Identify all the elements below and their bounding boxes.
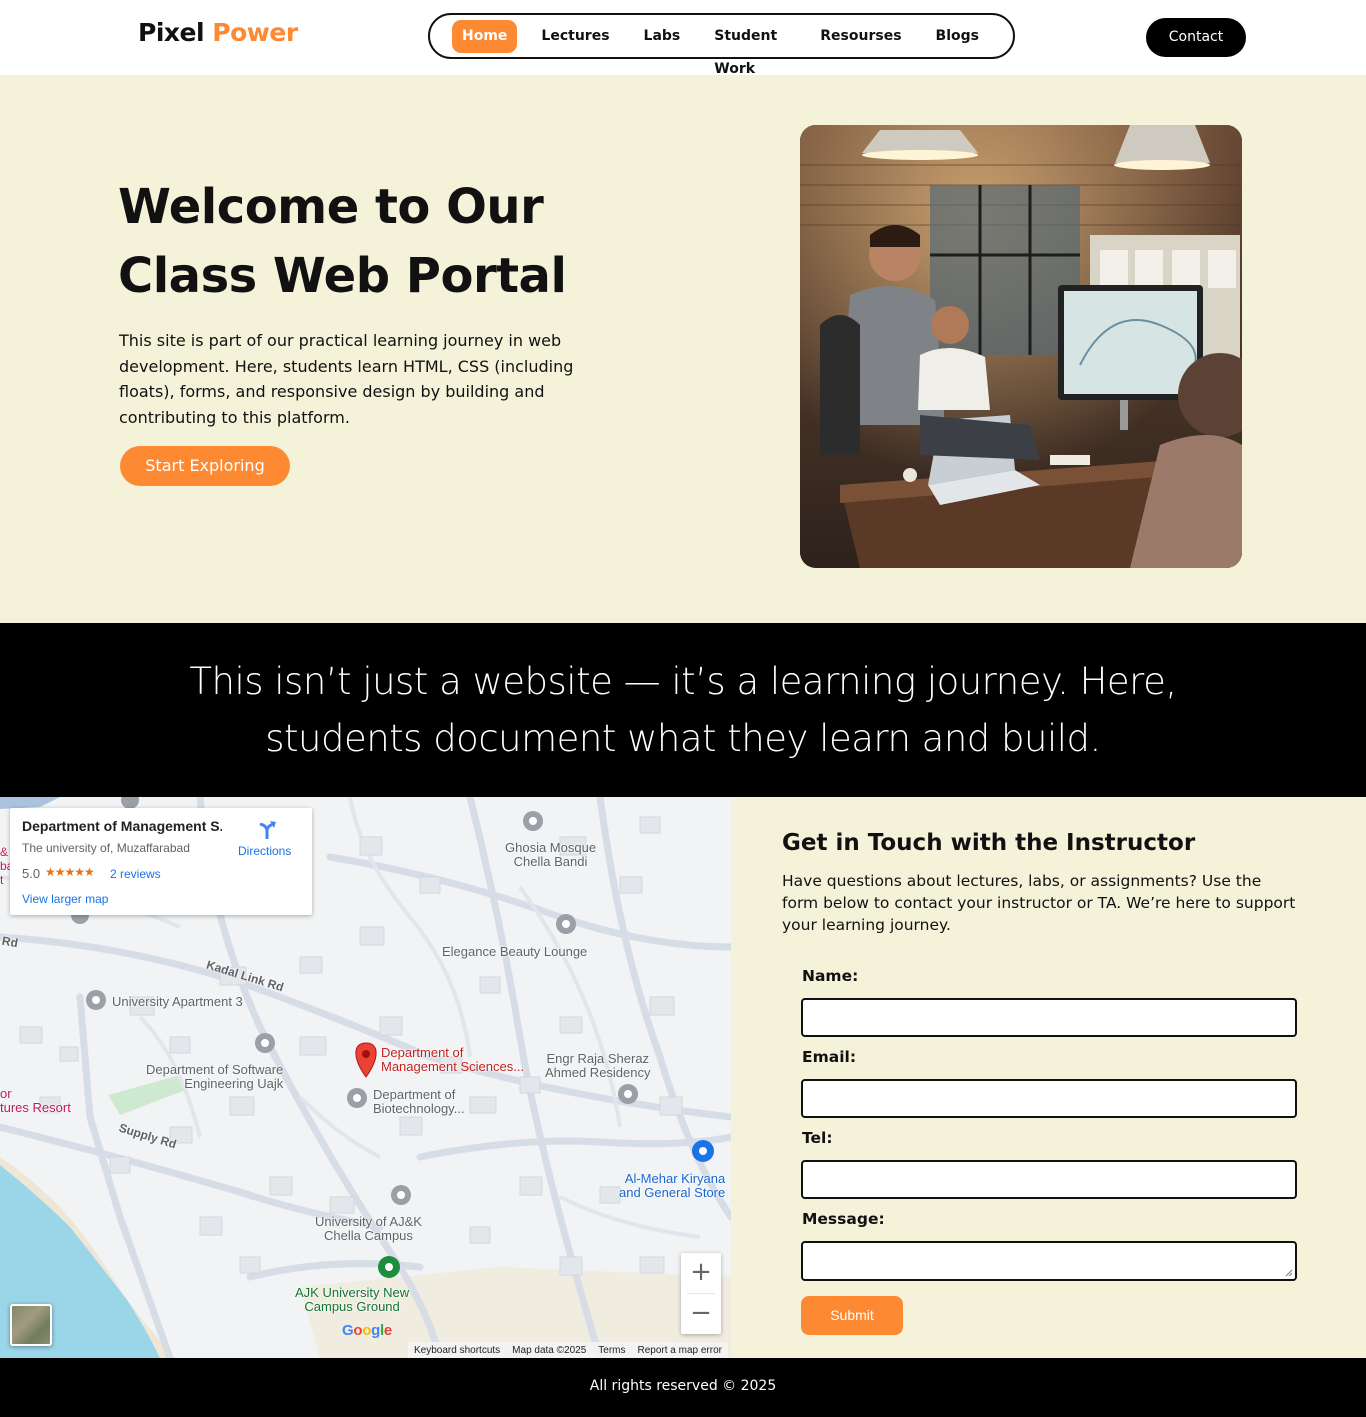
map-label-dept-management-text: Department of Management Sciences...	[381, 1045, 525, 1074]
map-place-card: Department of Management S... The univer…	[10, 808, 312, 915]
submit-button[interactable]: Submit	[801, 1296, 903, 1335]
site-footer: All rights reserved © 2025	[0, 1358, 1366, 1417]
map-label-al-mehar-text: Al-Mehar Kiryana and General Store	[619, 1171, 726, 1200]
nav-student-work[interactable]: Student Work	[714, 20, 786, 77]
nav-resources[interactable]: Resourses	[820, 20, 901, 53]
main-nav: Home Lectures Labs Student Work Resourse…	[428, 13, 1015, 77]
name-input[interactable]	[801, 998, 1297, 1037]
tel-label: Tel:	[802, 1129, 833, 1147]
map-label-elegance[interactable]: Elegance Beauty Lounge	[442, 945, 587, 959]
message-label: Message:	[802, 1210, 885, 1228]
map-label-dept-biotech-text: Department of Biotechnology...	[373, 1087, 465, 1116]
contact-description: Have questions about lectures, labs, or …	[782, 872, 1296, 934]
classroom-photo-illustration	[800, 125, 1242, 568]
map-label-univ-ajk-text: University of AJ&K Chella Campus	[315, 1214, 422, 1243]
google-letter-g: G	[342, 1322, 354, 1339]
view-larger-map-link[interactable]: View larger map	[22, 892, 108, 906]
map-label-resort[interactable]: or tures Resort	[0, 1087, 71, 1115]
map-label-resort-text: or tures Resort	[0, 1086, 71, 1115]
zoom-out-button[interactable]: −	[681, 1294, 721, 1334]
directions-link[interactable]: Directions	[238, 844, 291, 858]
google-logo: Google	[342, 1322, 392, 1339]
nav-home[interactable]: Home	[452, 19, 518, 53]
map-label-ghosia[interactable]: Ghosia Mosque Chella Bandi	[505, 841, 596, 869]
map-label-dept-management[interactable]: Department of Management Sciences...	[381, 1046, 524, 1074]
logo-text-power: Power	[212, 18, 298, 47]
message-textarea[interactable]	[801, 1241, 1297, 1281]
place-rating: 5.0	[22, 866, 41, 881]
nav-lectures[interactable]: Lectures	[541, 20, 609, 53]
road-label-rd: Rd	[0, 933, 20, 951]
map-label-ajk-ground-text: AJK University New Campus Ground	[295, 1285, 410, 1314]
google-letter-g2: g	[371, 1322, 380, 1339]
map-label-dept-software-text: Department of Software Engineering Uajk	[146, 1062, 284, 1091]
map-label-dept-software[interactable]: Department of Software Engineering Uajk	[146, 1063, 283, 1091]
directions-icon[interactable]	[256, 819, 278, 846]
place-title: Department of Management S...	[22, 818, 222, 834]
map-label-univ-ajk[interactable]: University of AJ&K Chella Campus	[315, 1215, 422, 1243]
zoom-in-button[interactable]: +	[681, 1253, 721, 1293]
quote-banner: This isn’t just a website — it’s a learn…	[0, 623, 1366, 797]
resize-handle-icon[interactable]	[1285, 1269, 1293, 1277]
site-header: Pixel Power Home Lectures Labs Student W…	[0, 0, 1366, 77]
map-data-text: Map data ©2025	[512, 1344, 587, 1356]
embedded-map[interactable]: Ghosia Mosque Chella Bandi Elegance Beau…	[0, 797, 731, 1358]
hero-description: This site is part of our practical learn…	[119, 331, 574, 427]
nav-labs[interactable]: Labs	[644, 20, 681, 53]
map-label-al-mehar[interactable]: Al-Mehar Kiryana and General Store	[619, 1172, 725, 1200]
map-label-university-apartment[interactable]: University Apartment 3	[112, 995, 243, 1009]
contact-title: Get in Touch with the Instructor	[782, 830, 1196, 856]
classroom-photo	[800, 125, 1242, 568]
name-label: Name:	[802, 967, 859, 985]
hero-section: Welcome to Our Class Web Portal This sit…	[0, 75, 1366, 623]
satellite-toggle[interactable]	[10, 1304, 52, 1346]
hero-title: Welcome to Our Class Web Portal	[118, 179, 567, 304]
star-rating-icon: ★★★★★	[45, 865, 95, 879]
logo[interactable]: Pixel Power	[138, 18, 298, 47]
terms-link[interactable]: Terms	[598, 1345, 625, 1356]
zoom-controls: + −	[681, 1253, 721, 1334]
keyboard-shortcuts-link[interactable]: Keyboard shortcuts	[414, 1345, 500, 1356]
nav-blogs[interactable]: Blogs	[936, 20, 979, 53]
google-letter-o1: o	[353, 1322, 363, 1339]
email-label: Email:	[802, 1048, 857, 1066]
google-letter-o2: o	[362, 1322, 372, 1339]
map-label-ajk-ground[interactable]: AJK University New Campus Ground	[295, 1286, 409, 1314]
google-letter-e: e	[383, 1322, 392, 1339]
map-label-ghosia-text: Ghosia Mosque Chella Bandi	[505, 840, 597, 869]
map-label-engr-raja-text: Engr Raja Sheraz Ahmed Residency	[545, 1051, 651, 1080]
tel-input[interactable]	[801, 1160, 1297, 1199]
map-label-engr-raja[interactable]: Engr Raja Sheraz Ahmed Residency	[545, 1052, 651, 1080]
report-map-error-link[interactable]: Report a map error	[638, 1345, 722, 1356]
contact-button[interactable]: Contact	[1146, 18, 1246, 57]
reviews-link[interactable]: 2 reviews	[110, 867, 161, 881]
copyright-text: All rights reserved © 2025	[589, 1378, 777, 1394]
contact-section: Get in Touch with the Instructor Have qu…	[731, 797, 1366, 1358]
map-attribution: Keyboard shortcuts Map data ©2025 Terms …	[408, 1342, 728, 1358]
place-subtitle: The university of, Muzaffarabad	[22, 841, 190, 855]
start-exploring-button[interactable]: Start Exploring	[120, 446, 290, 486]
logo-text-pixel: Pixel	[138, 18, 205, 47]
email-input[interactable]	[801, 1079, 1297, 1118]
banner-text: This isn’t just a website — it’s a learn…	[189, 660, 1177, 760]
map-label-dept-biotech[interactable]: Department of Biotechnology...	[373, 1088, 465, 1116]
